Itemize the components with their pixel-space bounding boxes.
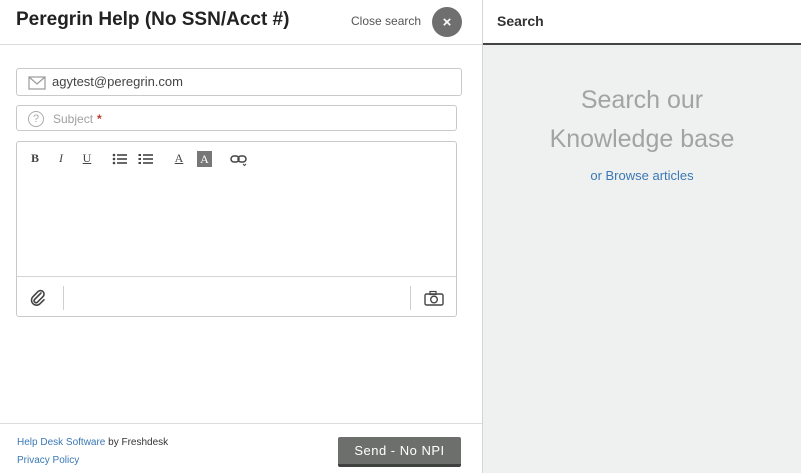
italic-button[interactable]: I <box>55 151 67 167</box>
editor-toolbar: B I U A A <box>17 142 456 176</box>
form-header: Peregrin Help (No SSN/Acct #) Close sear… <box>0 0 482 45</box>
bold-button[interactable]: B <box>29 151 41 167</box>
kb-heading-line2: Knowledge base <box>549 125 735 153</box>
subject-placeholder: Subject * <box>53 112 102 126</box>
numbered-list-icon[interactable] <box>138 151 154 167</box>
description-editor: B I U A A <box>16 141 457 317</box>
footer-credit: Help Desk Software by Freshdesk <box>17 437 168 448</box>
question-icon: ? <box>28 111 44 127</box>
camera-icon[interactable] <box>424 290 444 306</box>
close-icon[interactable]: × <box>432 7 462 37</box>
link-icon[interactable] <box>230 151 248 167</box>
editor-text-area[interactable] <box>17 176 456 276</box>
envelope-icon <box>28 76 46 90</box>
subject-field[interactable]: ? Subject * <box>16 105 457 131</box>
help-desk-software-link[interactable]: Help Desk Software <box>17 437 105 448</box>
search-header: Search <box>483 0 801 45</box>
background-color-button[interactable]: A <box>197 151 212 167</box>
page-title: Peregrin Help (No SSN/Acct #) <box>16 9 290 30</box>
close-search-link[interactable]: Close search <box>351 14 421 28</box>
email-field[interactable]: agytest@peregrin.com <box>16 68 462 96</box>
by-freshdesk-text: by Freshdesk <box>105 437 169 448</box>
required-mark: * <box>97 112 102 126</box>
underline-button[interactable]: U <box>81 151 93 167</box>
divider <box>63 286 64 310</box>
email-value: agytest@peregrin.com <box>52 74 183 89</box>
editor-footer <box>17 276 456 317</box>
ticket-form-panel: Peregrin Help (No SSN/Acct #) Close sear… <box>0 0 482 473</box>
privacy-policy-link[interactable]: Privacy Policy <box>17 455 79 466</box>
bullet-list-icon[interactable] <box>112 151 128 167</box>
font-color-button[interactable]: A <box>172 151 186 167</box>
browse-articles-link[interactable]: or Browse articles <box>483 168 801 183</box>
divider <box>410 286 411 310</box>
search-title: Search <box>497 13 544 29</box>
form-footer: Help Desk Software by Freshdesk Privacy … <box>0 423 482 473</box>
search-panel: Search Search our Knowledge base or Brow… <box>482 0 801 473</box>
send-button[interactable]: Send - No NPI <box>338 437 461 467</box>
kb-heading-line1: Search our <box>580 86 704 114</box>
paperclip-icon[interactable] <box>29 289 47 307</box>
